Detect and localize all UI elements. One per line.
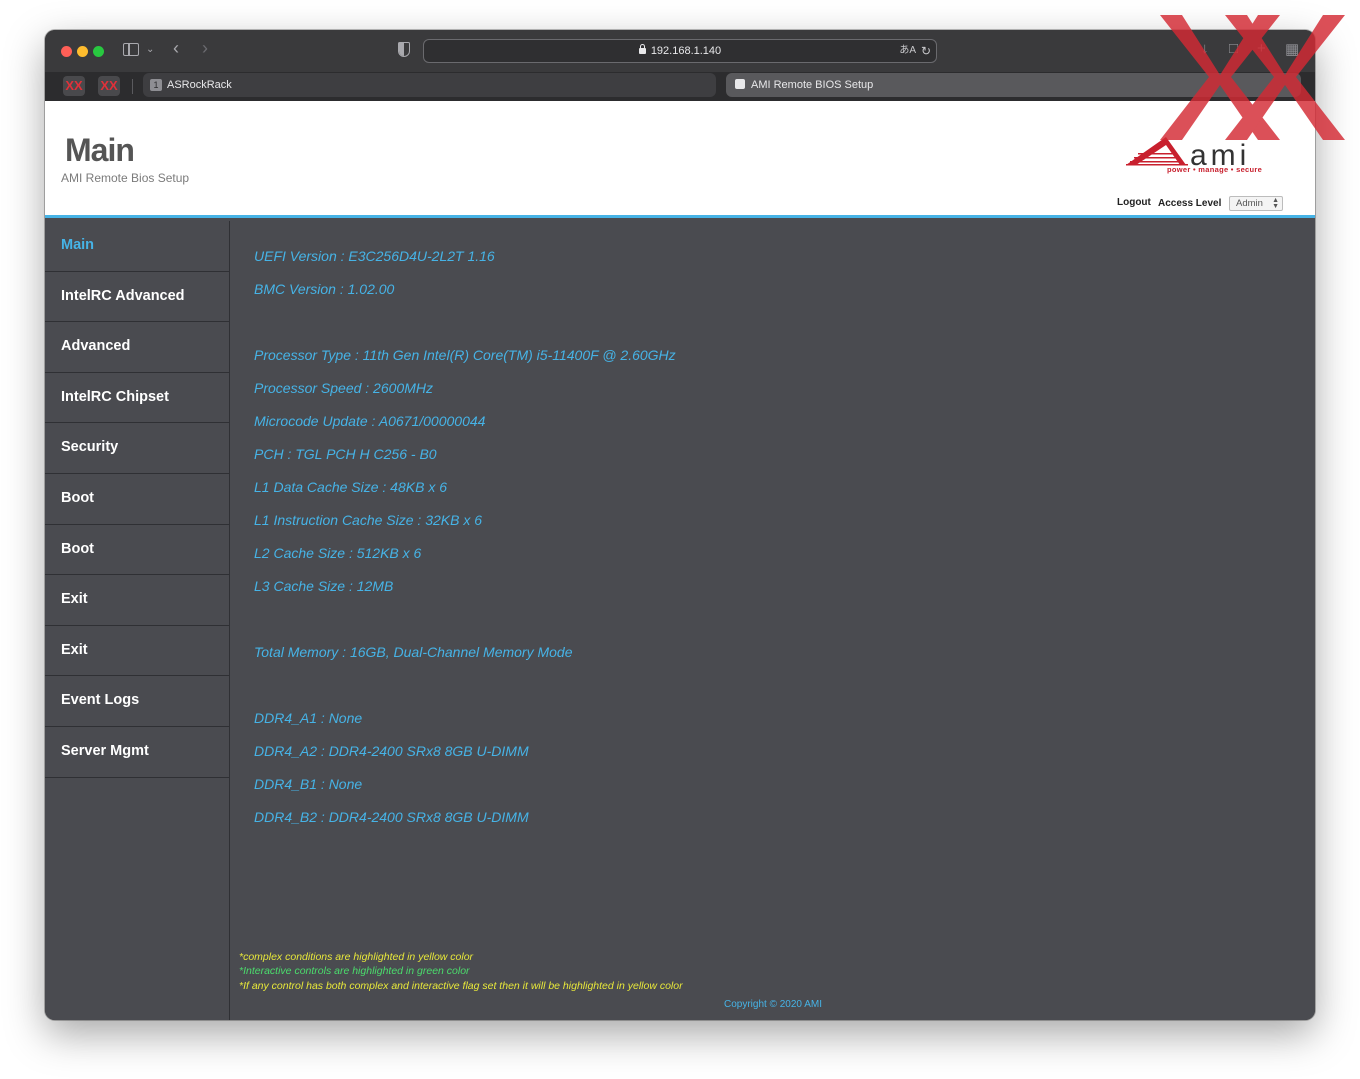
sidebar-item-advanced[interactable]: Advanced — [45, 322, 229, 373]
logout-link[interactable]: Logout — [1117, 197, 1151, 208]
pch-info: PCH : TGL PCH H C256 - B0 — [254, 446, 437, 462]
lock-icon — [638, 44, 646, 54]
pinned-tab-2[interactable]: XX — [98, 76, 120, 96]
select-arrows-icon: ▲ ▼ — [1272, 197, 1279, 210]
total-memory: Total Memory : 16GB, Dual-Channel Memory… — [254, 644, 573, 660]
close-window-button[interactable] — [61, 46, 72, 57]
processor-speed: Processor Speed : 2600MHz — [254, 380, 433, 396]
page-title: Main — [65, 132, 135, 168]
access-level-select[interactable]: Admin ▲ ▼ — [1229, 196, 1283, 211]
translate-icon[interactable]: あA — [899, 40, 916, 62]
access-level-value: Admin — [1236, 198, 1263, 209]
bios-page: Main AMI Remote Bios Setup ami power • m… — [45, 101, 1315, 1020]
xx-watermark-logo — [1160, 15, 1345, 140]
sidebar-item-main[interactable]: Main — [45, 221, 229, 272]
copyright: Copyright © 2020 AMI — [724, 999, 822, 1010]
browser-window: ⌄ ‹ › 192.168.1.140 あA ↻ ↓ □ + ▦ XX XX 1… — [45, 30, 1315, 1020]
forward-arrow-icon[interactable]: › — [202, 39, 208, 57]
xx-logo-icon: XX — [100, 78, 118, 93]
tab-asrockrack[interactable]: 1 ASRockRack — [143, 73, 716, 97]
reload-icon[interactable]: ↻ — [921, 40, 931, 62]
processor-type: Processor Type : 11th Gen Intel(R) Core(… — [254, 347, 676, 363]
sidebar-item-boot[interactable]: Boot — [45, 474, 229, 525]
tab-favicon-icon — [735, 79, 745, 89]
tab-bar: XX XX 1 ASRockRack AMI Remote BIOS Setup — [45, 72, 1315, 101]
sidebar-item-exit-2[interactable]: Exit — [45, 626, 229, 677]
note-both-flags: *If any control has both complex and int… — [239, 980, 683, 992]
ddr4-a2: DDR4_A2 : DDR4-2400 SRx8 8GB U-DIMM — [254, 743, 529, 759]
note-complex-conditions: *complex conditions are highlighted in y… — [239, 951, 474, 963]
ddr4-b2: DDR4_B2 : DDR4-2400 SRx8 8GB U-DIMM — [254, 809, 529, 825]
access-level-label: Access Level — [1158, 198, 1222, 209]
tab-separator — [132, 79, 133, 94]
browser-toolbar: ⌄ ‹ › 192.168.1.140 あA ↻ ↓ □ + ▦ — [45, 30, 1315, 72]
sidebar-item-intelrc-advanced[interactable]: IntelRC Advanced — [45, 272, 229, 323]
address-bar[interactable]: 192.168.1.140 あA ↻ — [423, 39, 937, 63]
xx-logo-icon: XX — [65, 78, 83, 93]
tab-number-badge: 1 — [150, 79, 162, 91]
sidebar-item-boot-2[interactable]: Boot — [45, 525, 229, 576]
tab-title: AMI Remote BIOS Setup — [751, 79, 874, 91]
sidebar-toggle-icon[interactable] — [123, 43, 139, 56]
ddr4-a1: DDR4_A1 : None — [254, 710, 363, 726]
sidebar-item-intelrc-chipset[interactable]: IntelRC Chipset — [45, 373, 229, 424]
l1-data-cache: L1 Data Cache Size : 48KB x 6 — [254, 479, 447, 495]
l2-cache: L2 Cache Size : 512KB x 6 — [254, 545, 422, 561]
page-header: Main AMI Remote Bios Setup ami power • m… — [45, 101, 1315, 218]
sidebar-item-security[interactable]: Security — [45, 423, 229, 474]
sidebar-item-event-logs[interactable]: Event Logs — [45, 676, 229, 727]
url-text: 192.168.1.140 — [650, 45, 722, 57]
ddr4-b1: DDR4_B1 : None — [254, 776, 363, 792]
back-arrow-icon[interactable]: ‹ — [173, 39, 179, 57]
tab-title: ASRockRack — [167, 79, 232, 91]
sidebar-item-server-mgmt[interactable]: Server Mgmt — [45, 727, 229, 778]
bmc-version: BMC Version : 1.02.00 — [254, 281, 395, 297]
pinned-tab-1[interactable]: XX — [63, 76, 85, 96]
minimize-window-button[interactable] — [77, 46, 88, 57]
note-interactive-controls: *Interactive controls are highlighted in… — [239, 965, 470, 977]
page-subtitle: AMI Remote Bios Setup — [61, 171, 190, 185]
ami-tagline: power • manage • secure — [1167, 165, 1263, 174]
l3-cache: L3 Cache Size : 12MB — [254, 578, 394, 594]
uefi-version: UEFI Version : E3C256D4U-2L2T 1.16 — [254, 248, 495, 264]
zoom-window-button[interactable] — [93, 46, 104, 57]
sidebar-nav: Main IntelRC Advanced Advanced IntelRC C… — [45, 221, 230, 1020]
chevron-down-icon[interactable]: ⌄ — [146, 43, 154, 57]
privacy-shield-icon[interactable] — [398, 42, 410, 57]
sidebar-item-exit[interactable]: Exit — [45, 575, 229, 626]
l1-instruction-cache: L1 Instruction Cache Size : 32KB x 6 — [254, 512, 483, 528]
main-content: UEFI Version : E3C256D4U-2L2T 1.16 BMC V… — [231, 221, 1315, 1020]
microcode-update: Microcode Update : A0671/00000044 — [254, 413, 486, 429]
